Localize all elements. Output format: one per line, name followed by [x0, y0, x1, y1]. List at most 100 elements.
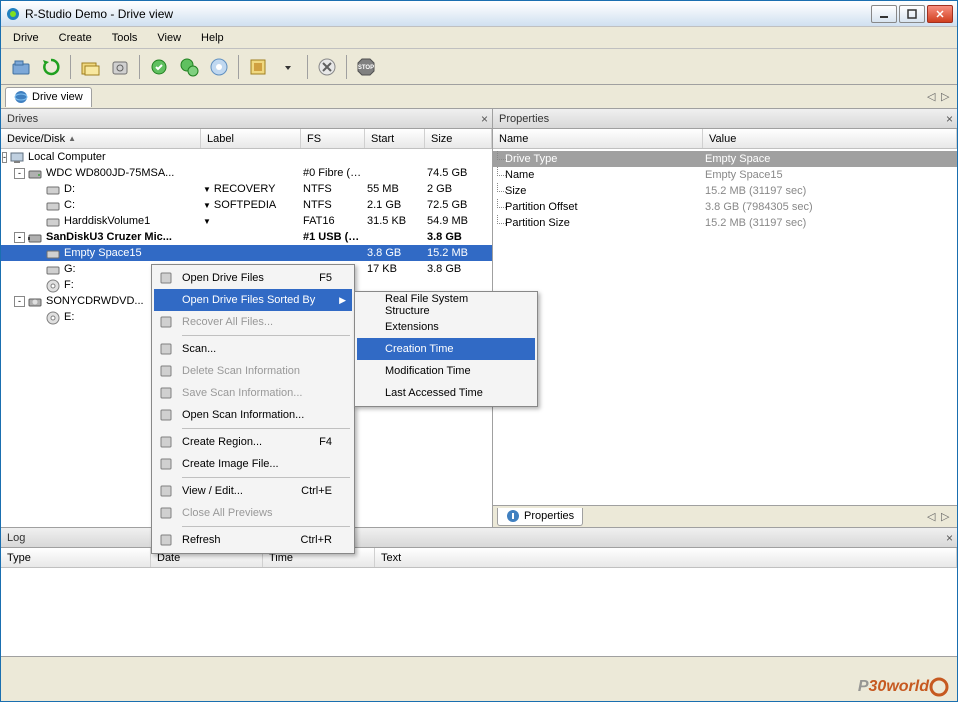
col-size[interactable]: Size [425, 129, 492, 148]
minimize-button[interactable] [871, 5, 897, 23]
tree-row[interactable]: C:▼SOFTPEDIANTFS2.1 GB72.5 GB [1, 197, 492, 213]
expand-toggle[interactable]: - [14, 232, 25, 243]
tool-open-files[interactable] [76, 53, 104, 81]
statusbar [1, 656, 957, 676]
tool-create-image[interactable] [205, 53, 233, 81]
panel-close-icon[interactable]: × [481, 112, 488, 126]
col-log-type[interactable]: Type [1, 548, 151, 567]
tree-row[interactable]: -WDC WD800JD-75MSA...#0 Fibre (0:0)74.5 … [1, 165, 492, 181]
row-name: SanDiskU3 Cruzer Mic... [46, 231, 172, 243]
window-controls [871, 5, 953, 23]
folder-open-icon [158, 270, 174, 286]
submenu-item[interactable]: Modification Time [357, 360, 535, 382]
menu-shortcut: F5 [319, 272, 332, 284]
row-name: SONYCDRWDVD... [46, 295, 144, 307]
property-row[interactable]: Partition Size15.2 MB (31197 sec) [493, 215, 957, 231]
menu-item: Delete Scan Information [154, 360, 352, 382]
watermark-p: P [858, 678, 869, 695]
tab-prev-icon[interactable]: ◁ [927, 90, 939, 103]
submenu-item[interactable]: Real File System Structure [357, 294, 535, 316]
drives-panel-header: Drives × [1, 109, 492, 129]
panel-close-icon[interactable]: × [946, 531, 953, 545]
tree-row[interactable]: -SanDiskU3 Cruzer Mic...#1 USB (68:105)3… [1, 229, 492, 245]
maximize-button[interactable] [899, 5, 925, 23]
tab-next-icon[interactable]: ▷ [941, 510, 953, 523]
tree-row[interactable]: HarddiskVolume1▼FAT1631.5 KB54.9 MB [1, 213, 492, 229]
expand-toggle[interactable]: - [14, 296, 25, 307]
menu-item[interactable]: RefreshCtrl+R [154, 529, 352, 551]
menu-separator [182, 526, 350, 527]
hdd-icon [27, 167, 43, 179]
tool-recover-marked[interactable] [175, 53, 203, 81]
tab-drive-view[interactable]: Drive view [5, 87, 92, 107]
menu-item[interactable]: Open Scan Information... [154, 404, 352, 426]
watermark-rest: 30world [869, 678, 929, 695]
menu-view[interactable]: View [147, 29, 191, 47]
col-fs[interactable]: FS [301, 129, 365, 148]
tool-refresh[interactable] [37, 53, 65, 81]
tool-stop[interactable]: STOP [352, 53, 380, 81]
open-scan-icon [158, 407, 174, 423]
tool-scan[interactable] [106, 53, 134, 81]
log-body[interactable] [1, 568, 957, 656]
properties-list[interactable]: Drive TypeEmpty SpaceNameEmpty Space15Si… [493, 149, 957, 505]
property-row[interactable]: Partition Offset3.8 GB (7984305 sec) [493, 199, 957, 215]
close-button[interactable] [927, 5, 953, 23]
panel-close-icon[interactable]: × [946, 112, 953, 126]
menu-create[interactable]: Create [49, 29, 102, 47]
properties-bottom-tabs: Properties ◁ ▷ [493, 505, 957, 527]
properties-grid-header: Name Value [493, 129, 957, 149]
col-prop-name[interactable]: Name [493, 129, 703, 148]
submenu-item[interactable]: Creation Time [357, 338, 535, 360]
tool-remove[interactable] [313, 53, 341, 81]
menu-item[interactable]: View / Edit...Ctrl+E [154, 480, 352, 502]
menu-help[interactable]: Help [191, 29, 234, 47]
tool-region[interactable] [244, 53, 272, 81]
property-row[interactable]: NameEmpty Space15 [493, 167, 957, 183]
col-device[interactable]: Device/Disk▲ [1, 129, 201, 148]
col-log-text[interactable]: Text [375, 548, 957, 567]
tree-row[interactable]: -Local Computer [1, 149, 492, 165]
tab-prev-icon[interactable]: ◁ [927, 510, 939, 523]
tab-properties[interactable]: Properties [497, 508, 583, 526]
menu-label: Delete Scan Information [182, 365, 300, 377]
menu-separator [182, 477, 350, 478]
submenu-item[interactable]: Last Accessed Time [357, 382, 535, 404]
menu-shortcut: Ctrl+R [301, 534, 332, 546]
menu-tools[interactable]: Tools [102, 29, 148, 47]
log-panel: Log × Type Date Time Text [1, 527, 957, 656]
context-submenu[interactable]: Real File System Structure Extensions Crea… [354, 291, 538, 407]
row-name: C: [64, 199, 75, 211]
tab-nav: ◁ ▷ [927, 510, 953, 523]
tool-dropdown[interactable] [274, 53, 302, 81]
tool-recover[interactable] [145, 53, 173, 81]
menu-label: Extensions [385, 321, 439, 333]
tree-row[interactable]: Empty Space153.8 GB15.2 MB [1, 245, 492, 261]
property-row[interactable]: Drive TypeEmpty Space [493, 151, 957, 167]
prop-value: Empty Space15 [705, 169, 783, 181]
tree-row[interactable]: D:▼RECOVERYNTFS55 MB2 GB [1, 181, 492, 197]
expand-toggle[interactable]: - [14, 168, 25, 179]
computer-icon [9, 151, 25, 163]
menu-item[interactable]: Open Drive FilesF5 [154, 267, 352, 289]
menu-item[interactable]: Scan... [154, 338, 352, 360]
submenu-item[interactable]: Extensions [357, 316, 535, 338]
menu-item[interactable]: Create Region...F4 [154, 431, 352, 453]
cd-drive-icon [27, 295, 43, 307]
close-prev-icon [158, 505, 174, 521]
titlebar[interactable]: R-Studio Demo - Drive view [1, 1, 957, 27]
scan-icon [158, 341, 174, 357]
panel-title: Properties [499, 113, 549, 125]
property-row[interactable]: Size15.2 MB (31197 sec) [493, 183, 957, 199]
expand-toggle[interactable]: - [2, 152, 7, 163]
context-menu[interactable]: Open Drive FilesF5Open Drive Files Sorte… [151, 264, 355, 554]
prop-value: 15.2 MB (31197 sec) [705, 185, 806, 197]
col-start[interactable]: Start [365, 129, 425, 148]
col-label[interactable]: Label [201, 129, 301, 148]
tab-next-icon[interactable]: ▷ [941, 90, 953, 103]
col-prop-value[interactable]: Value [703, 129, 957, 148]
menu-item[interactable]: Open Drive Files Sorted By▶ [154, 289, 352, 311]
tool-open-drive[interactable] [7, 53, 35, 81]
menu-item[interactable]: Create Image File... [154, 453, 352, 475]
menu-drive[interactable]: Drive [3, 29, 49, 47]
